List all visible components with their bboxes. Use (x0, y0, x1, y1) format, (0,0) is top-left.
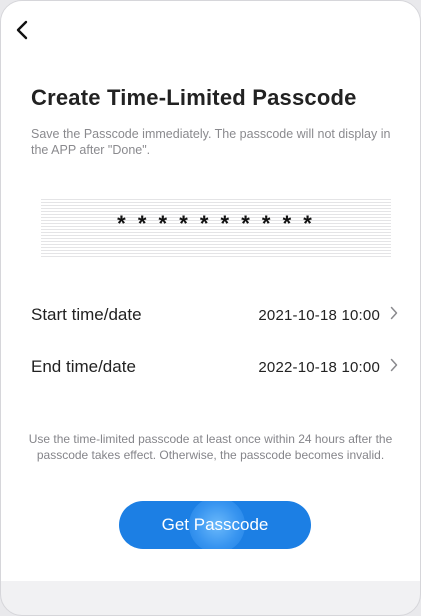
chevron-right-icon (390, 358, 398, 377)
start-time-value: 2021-10-18 10:00 (258, 306, 380, 324)
validity-note: Use the time-limited passcode at least o… (28, 432, 393, 462)
page-subtitle: Save the Passcode immediately. The passc… (31, 127, 391, 157)
start-time-label: Start time/date (31, 305, 142, 324)
chevron-right-icon (390, 306, 398, 325)
get-passcode-label: Get Passcode (161, 515, 269, 534)
back-button[interactable] (15, 17, 45, 47)
end-time-value: 2022-10-18 10:00 (258, 358, 380, 376)
passcode-display: * * * * * * * * * * (41, 197, 391, 257)
chevron-left-icon (15, 20, 29, 45)
start-time-row[interactable]: Start time/date 2021-10-18 10:00 (31, 300, 398, 330)
app-screen: Create Time-Limited Passcode Save the Pa… (1, 1, 420, 581)
end-time-label: End time/date (31, 357, 136, 376)
passcode-masked-value: * * * * * * * * * * (117, 211, 315, 236)
page-title: Create Time-Limited Passcode (31, 85, 357, 110)
end-time-row[interactable]: End time/date 2022-10-18 10:00 (31, 352, 398, 382)
phone-frame: Create Time-Limited Passcode Save the Pa… (0, 0, 421, 616)
get-passcode-button[interactable]: Get Passcode (119, 501, 311, 549)
